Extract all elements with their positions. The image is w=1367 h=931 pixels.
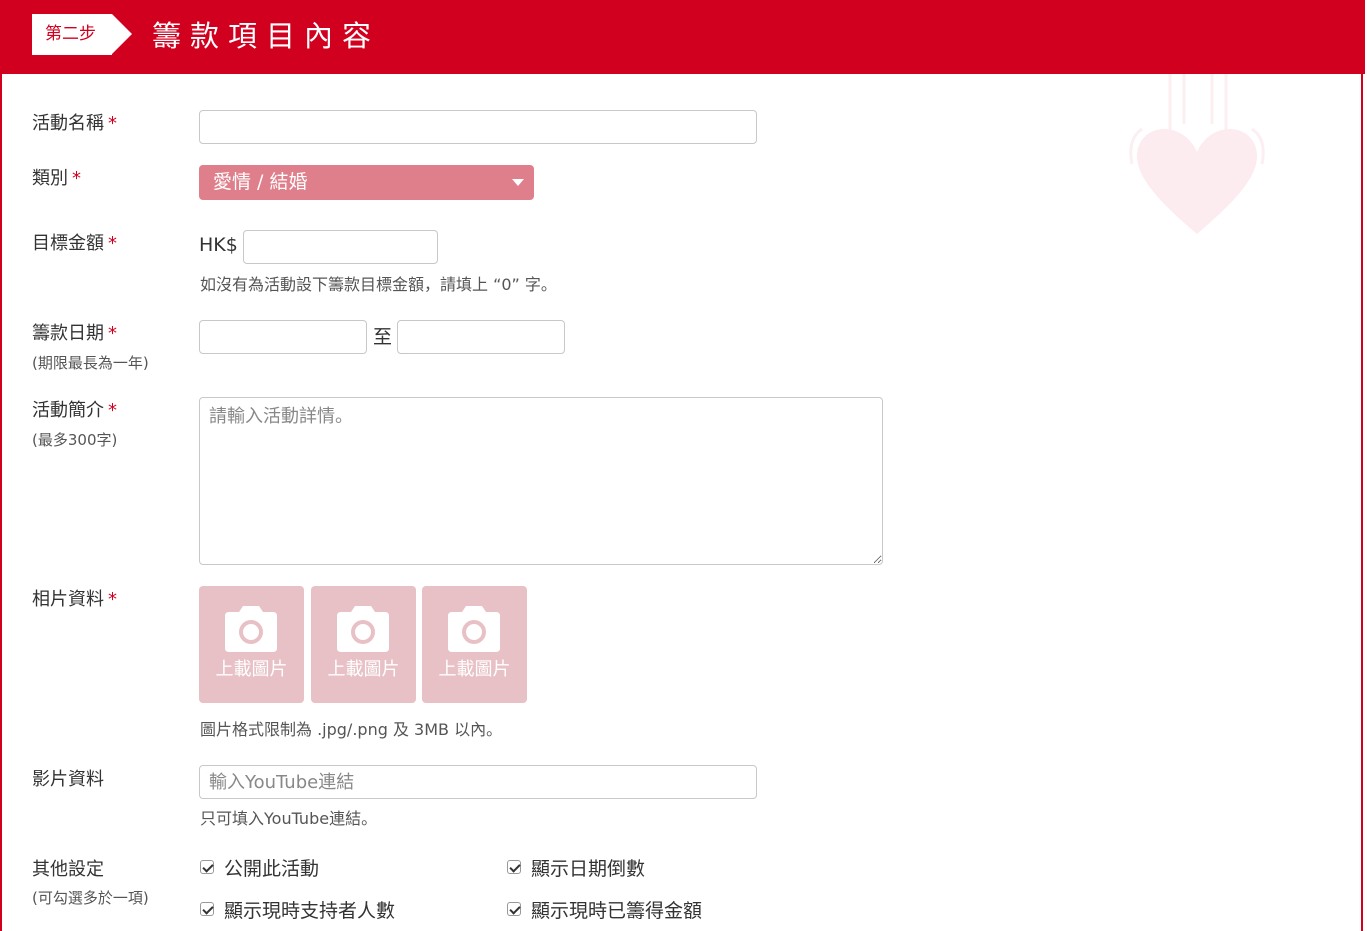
section-header: 第二步 籌款項目內容 <box>2 0 1365 74</box>
category-select[interactable]: 愛情 / 結婚 <box>199 165 534 200</box>
intro-sublabel: (最多300字) <box>32 431 118 449</box>
other-settings-label: 其他設定 <box>32 859 104 880</box>
photo-upload-1[interactable]: 上載圖片 <box>199 586 304 703</box>
show-raised-label: 顯示現時已籌得金額 <box>531 900 703 922</box>
category-label: 類別 * <box>32 168 81 189</box>
section-title: 籌款項目內容 <box>152 19 381 53</box>
dates-sublabel: (期限最長為一年) <box>32 354 149 372</box>
category-selected-value: 愛情 / 結婚 <box>213 171 308 193</box>
show-supporters-checkbox[interactable] <box>200 902 214 916</box>
currency-prefix: HK$ <box>199 234 238 256</box>
intro-textarea[interactable] <box>199 397 883 565</box>
youtube-link-input[interactable] <box>199 765 757 799</box>
camera-icon <box>337 606 389 652</box>
page-frame: 第二步 籌款項目內容 活動名稱 * 類別 * 愛情 / 結婚 目標金額 * HK$ 如… <box>0 0 1365 931</box>
public-event-checkbox[interactable] <box>200 860 214 874</box>
show-supporters-label: 顯示現時支持者人數 <box>224 900 396 922</box>
heart-decoration-icon <box>1129 74 1265 234</box>
event-name-input[interactable] <box>199 110 757 144</box>
name-label: 活動名稱 * <box>32 113 117 134</box>
photos-hint: 圖片格式限制為 .jpg/.png 及 3MB 以內。 <box>200 720 503 739</box>
show-countdown-label: 顯示日期倒數 <box>531 858 646 880</box>
show-countdown-checkbox[interactable] <box>507 860 521 874</box>
caret-down-icon <box>512 179 524 186</box>
public-event-label: 公開此活動 <box>224 858 320 880</box>
target-amount-input[interactable] <box>243 230 438 264</box>
show-raised-checkbox[interactable] <box>507 902 521 916</box>
photo-upload-2[interactable]: 上載圖片 <box>311 586 416 703</box>
photos-label: 相片資料 * <box>32 589 117 610</box>
step-tag: 第二步 <box>32 14 132 55</box>
other-settings-sublabel: (可勾選多於一項) <box>32 889 149 907</box>
photo-upload-label: 上載圖片 <box>438 659 511 680</box>
camera-icon <box>448 606 500 652</box>
photo-upload-label: 上載圖片 <box>327 659 400 680</box>
photo-upload-label: 上載圖片 <box>215 659 288 680</box>
camera-icon <box>225 606 277 652</box>
target-hint: 如沒有為活動設下籌款目標金額，請填上 “0” 字。 <box>200 275 557 294</box>
dates-label: 籌款日期 * <box>32 323 117 344</box>
date-separator: 至 <box>373 326 393 348</box>
video-hint: 只可填入YouTube連結。 <box>200 809 378 828</box>
intro-label: 活動簡介 * <box>32 400 117 421</box>
target-label: 目標金額 * <box>32 233 117 254</box>
start-date-input[interactable] <box>199 320 367 354</box>
end-date-input[interactable] <box>397 320 565 354</box>
video-label: 影片資料 <box>32 769 104 790</box>
photo-upload-3[interactable]: 上載圖片 <box>422 586 527 703</box>
